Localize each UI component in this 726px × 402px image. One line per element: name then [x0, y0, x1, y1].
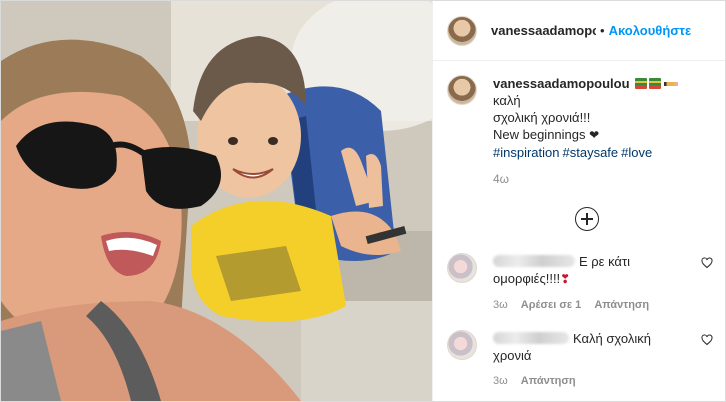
post-header: vanessaadamopou • Ακολουθήστε — [433, 1, 725, 61]
hashtags: #inspiration #staysafe #love — [493, 145, 655, 160]
caption-timestamp[interactable]: 4ω — [493, 171, 693, 188]
header-username[interactable]: vanessaadamopou — [491, 23, 596, 38]
heart-outline-icon[interactable] — [701, 334, 713, 346]
reply-button[interactable]: Απάντηση — [521, 375, 576, 387]
comment-text-line2: ομορφιές!!!! — [493, 271, 561, 286]
books-emoji-icon — [635, 78, 648, 89]
comment-timestamp[interactable]: 3ω — [493, 375, 508, 387]
comment-body: Ε ρε κάτι ομορφιές!!!!❣ 3ω Αρέσει σε 1 Α… — [493, 253, 703, 314]
comment-body: Καλή σχολική χρονιά 3ω Απάντηση — [493, 330, 703, 390]
blurred-username[interactable] — [493, 255, 575, 267]
comment-text-line2: χρονιά — [493, 348, 532, 363]
comment-avatar[interactable] — [447, 253, 477, 283]
comment-meta: 3ω Απάντηση — [493, 373, 703, 390]
heart-outline-icon[interactable] — [701, 257, 713, 269]
hashtag-link[interactable]: #inspiration — [493, 145, 560, 160]
post-photo[interactable] — [1, 1, 432, 401]
red-heart-emoji-icon: ❣ — [560, 272, 571, 286]
comment-item: Καλή σχολική χρονιά 3ω Απάντηση — [447, 330, 713, 390]
blurred-username[interactable] — [493, 332, 569, 344]
caption-avatar[interactable] — [447, 75, 477, 105]
black-heart-emoji-icon: ❤ — [589, 128, 600, 142]
comment-meta: 3ω Αρέσει σε 1 Απάντηση — [493, 297, 703, 314]
post-side-panel: vanessaadamopou • Ακολουθήστε vanessaada… — [432, 1, 725, 401]
caption-text-line2: σχολική χρονιά!!! — [493, 110, 591, 125]
caption-body: vanessaadamopoulou καλή σχολική χρονιά!!… — [493, 75, 693, 188]
caption-text-line1: καλή — [493, 93, 521, 108]
hashtag-link[interactable]: #staysafe — [563, 145, 619, 160]
comments-section: vanessaadamopoulou καλή σχολική χρονιά!!… — [433, 61, 725, 401]
comment-avatar[interactable] — [447, 330, 477, 360]
comment-text-line1: Ε ρε κάτι — [579, 254, 630, 269]
plus-circle-icon[interactable] — [575, 207, 599, 231]
comment-timestamp[interactable]: 3ω — [493, 299, 508, 311]
caption-text-line3: New beginnings — [493, 127, 586, 142]
books-emoji-icon — [649, 78, 662, 89]
comment-likes[interactable]: Αρέσει σε 1 — [521, 299, 582, 311]
comment-text-line1: Καλή σχολική — [573, 331, 651, 346]
avatar[interactable] — [447, 15, 477, 46]
pencil-emoji-icon — [664, 82, 679, 86]
comment-item: Ε ρε κάτι ομορφιές!!!!❣ 3ω Αρέσει σε 1 Α… — [447, 253, 713, 314]
reply-button[interactable]: Απάντηση — [594, 299, 649, 311]
instagram-post: vanessaadamopou • Ακολουθήστε vanessaada… — [0, 0, 726, 402]
selfie-illustration — [1, 1, 432, 401]
caption-username[interactable]: vanessaadamopoulou — [493, 76, 630, 91]
follow-button[interactable]: Ακολουθήστε — [609, 23, 692, 38]
caption: vanessaadamopoulou καλή σχολική χρονιά!!… — [447, 75, 711, 188]
header-separator: • — [600, 23, 605, 38]
hashtag-link[interactable]: #love — [621, 145, 652, 160]
